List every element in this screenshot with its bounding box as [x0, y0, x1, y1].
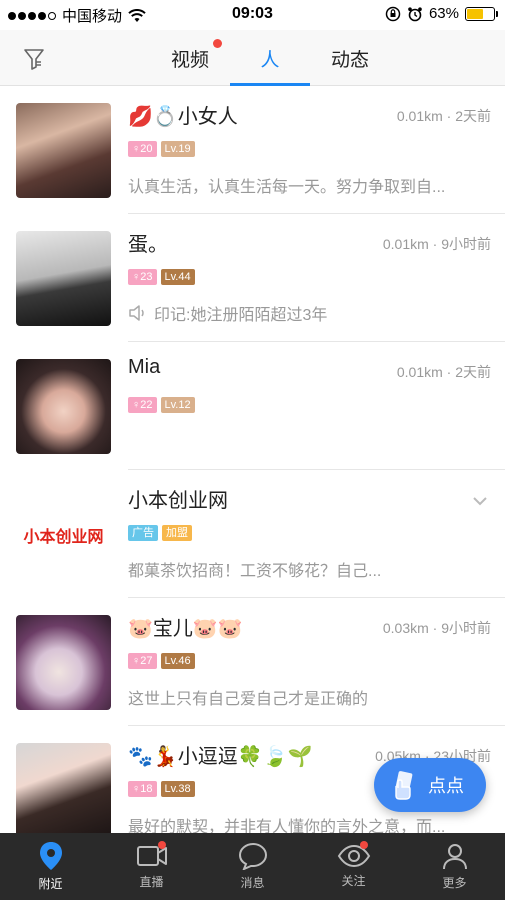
- battery-percent: 63%: [428, 5, 459, 22]
- tab-video-label: 视频: [170, 49, 209, 71]
- level-badge: Lv.46: [160, 653, 195, 669]
- tab-people-label: 人: [260, 49, 280, 71]
- list-item[interactable]: 💋💍小女人 0.01km · 2天前 ♀20 Lv.19 认真生活，认真生活每一…: [0, 86, 505, 214]
- people-list: 💋💍小女人 0.01km · 2天前 ♀20 Lv.19 认真生活，认真生活每一…: [0, 86, 505, 854]
- list-item[interactable]: 🐷宝儿🐷🐷 0.03km · 9小时前 ♀27 Lv.46 这世上只有自己爱自己…: [0, 598, 505, 726]
- chat-bubble-icon: [238, 842, 267, 870]
- speaker-icon: [129, 305, 144, 321]
- list-item[interactable]: Mia 0.01km · 2天前 ♀22 Lv.12: [0, 342, 505, 470]
- nav-nearby-label: 附近: [38, 877, 63, 891]
- battery-icon: [465, 6, 498, 21]
- nav-follow-label: 关注: [341, 874, 366, 888]
- nav-more[interactable]: 更多: [404, 833, 505, 900]
- badges: 广告 加盟: [128, 525, 192, 541]
- nav-live-label: 直播: [139, 875, 164, 889]
- nav-more-label: 更多: [442, 876, 467, 890]
- tab-people[interactable]: 人: [230, 30, 310, 86]
- fab-label: 点点: [428, 776, 464, 796]
- age-badge: ♀23: [128, 269, 157, 285]
- badges: ♀22 Lv.12: [128, 397, 195, 413]
- age-badge: ♀22: [128, 397, 157, 413]
- nav-nearby[interactable]: 附近: [0, 833, 101, 900]
- nav-messages-label: 消息: [240, 876, 265, 890]
- user-bio: 认真生活，认真生活每一天。努力争取到自...: [128, 179, 446, 196]
- distance-time: 0.01km · 9小时前: [382, 236, 491, 252]
- level-badge: Lv.38: [160, 781, 195, 797]
- person-icon: [442, 844, 467, 870]
- status-right: 63%: [385, 5, 498, 22]
- bottom-nav: 附近 直播 消息 关注 更多: [0, 833, 505, 900]
- user-name: Mia: [128, 356, 161, 378]
- ad-badge: 广告: [128, 525, 158, 541]
- notification-dot: [213, 39, 222, 48]
- avatar[interactable]: [16, 103, 111, 198]
- status-bar: 中国移动 09:03 63%: [0, 0, 505, 30]
- avatar[interactable]: [16, 743, 111, 838]
- user-name: 💋💍小女人: [128, 106, 238, 128]
- level-badge: Lv.44: [160, 269, 195, 285]
- location-pin-icon: [39, 842, 62, 870]
- nav-messages[interactable]: 消息: [202, 833, 303, 900]
- tab-feed-label: 动态: [330, 49, 369, 71]
- app-screen: 中国移动 09:03 63% 视频 人 动态 💋💍小女人 0.01km · 2天…: [0, 0, 505, 900]
- user-name: 🐾💃小逗逗🍀🍃🌱: [128, 746, 313, 768]
- ad-logo[interactable]: 小本创业网: [16, 487, 111, 582]
- notification-dot: [157, 841, 166, 849]
- user-bio: 印记:她注册陌陌超过3年: [128, 301, 488, 325]
- tab-video[interactable]: 视频: [150, 30, 230, 86]
- chevron-down-icon[interactable]: [471, 492, 489, 510]
- hand-card-icon: [395, 771, 413, 800]
- nav-live[interactable]: 直播: [101, 833, 202, 900]
- tab-feed[interactable]: 动态: [310, 30, 390, 86]
- dian-dian-button[interactable]: 点点: [374, 758, 486, 812]
- distance-time: 0.01km · 2天前: [396, 108, 491, 124]
- ad-name: 小本创业网: [128, 490, 228, 512]
- list-item[interactable]: 蛋。 0.01km · 9小时前 ♀23 Lv.44 印记:她注册陌陌超过3年: [0, 214, 505, 342]
- user-name: 🐷宝儿🐷🐷: [128, 618, 243, 640]
- level-badge: Lv.19: [160, 141, 195, 157]
- nav-follow[interactable]: 关注: [303, 833, 404, 900]
- avatar[interactable]: [16, 615, 111, 710]
- user-bio: 这世上只有自己爱自己才是正确的: [128, 691, 369, 708]
- user-name: 蛋。: [128, 234, 168, 256]
- top-header: 视频 人 动态: [0, 30, 505, 86]
- filter-icon: [24, 49, 44, 70]
- distance-time: 0.03km · 9小时前: [382, 620, 491, 636]
- badges: ♀23 Lv.44: [128, 269, 195, 285]
- badges: ♀20 Lv.19: [128, 141, 195, 157]
- filter-button[interactable]: [16, 42, 52, 76]
- badges: ♀27 Lv.46: [128, 653, 195, 669]
- rotation-lock-icon: [385, 6, 401, 21]
- age-badge: ♀18: [128, 781, 157, 797]
- notification-dot: [359, 841, 368, 849]
- avatar[interactable]: [16, 359, 111, 454]
- ad-list-item[interactable]: 小本创业网 小本创业网 广告 加盟 都菓茶饮招商！工资不够花？自己...: [0, 470, 505, 598]
- distance-time: 0.01km · 2天前: [396, 364, 491, 380]
- age-badge: ♀27: [128, 653, 157, 669]
- badges: ♀18 Lv.38: [128, 781, 195, 797]
- alarm-icon: [408, 6, 422, 21]
- tab-bar: 视频 人 动态: [150, 30, 390, 86]
- bio-text: 印记:她注册陌陌超过3年: [154, 307, 328, 324]
- level-badge: Lv.12: [160, 397, 195, 413]
- avatar[interactable]: [16, 231, 111, 326]
- ad-description: 都菓茶饮招商！工资不够花？自己...: [128, 563, 382, 580]
- age-badge: ♀20: [128, 141, 157, 157]
- franchise-badge: 加盟: [162, 525, 192, 541]
